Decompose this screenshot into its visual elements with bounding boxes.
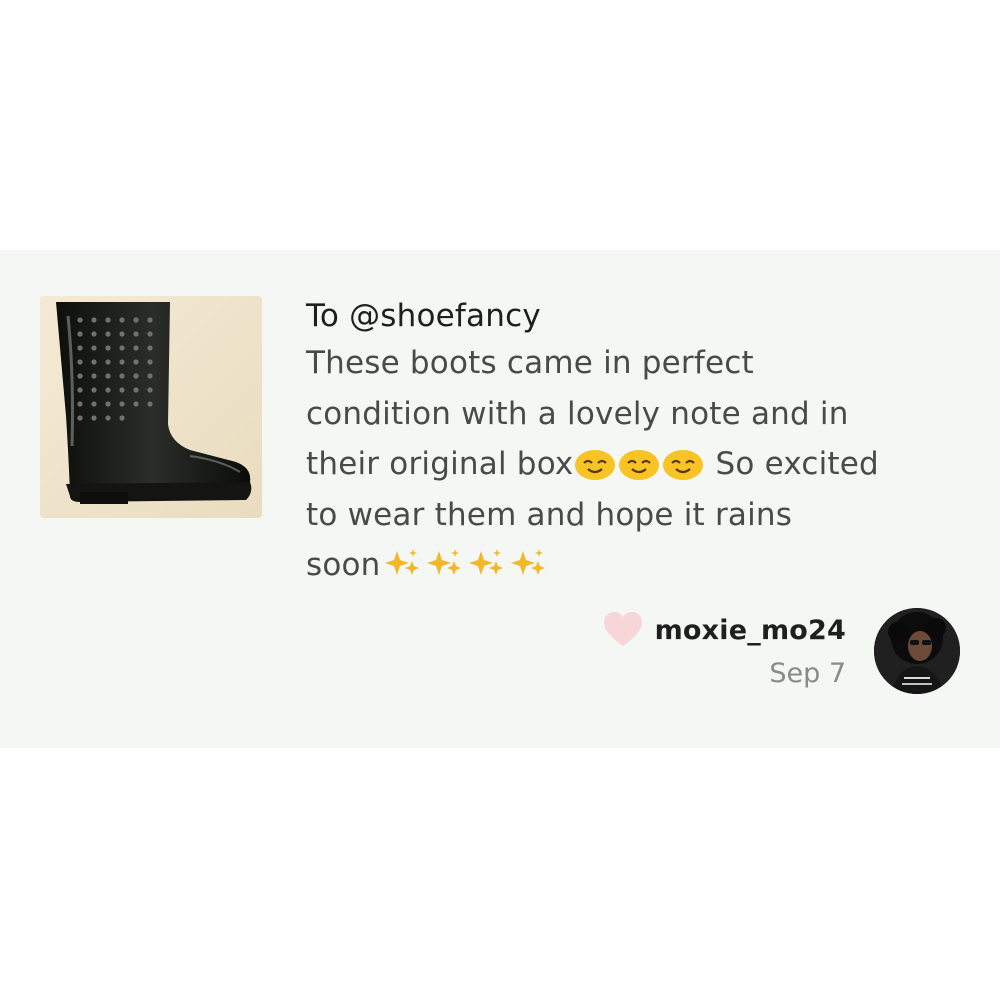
review-line-text: So excited: [705, 446, 879, 482]
review-line-text: soon: [306, 547, 381, 583]
review-body: To @shoefancy These boots came in perfec…: [306, 296, 946, 591]
review-line-text: their original box: [306, 446, 574, 482]
smiling-face-icon: [619, 450, 660, 480]
page: To @shoefancy These boots came in perfec…: [0, 0, 1000, 1000]
review-date: Sep 7: [769, 658, 846, 689]
sparkles-icon: [426, 549, 461, 575]
sparkles-icon: [384, 549, 419, 575]
review-line: soon: [306, 540, 946, 591]
avatar[interactable]: [874, 608, 960, 694]
author-block: moxie_mo24 Sep 7: [603, 612, 846, 689]
review-line: condition with a lovely note and in: [306, 395, 849, 432]
review-line: These boots came in perfect: [306, 345, 754, 381]
review-line: their original box So excited: [306, 439, 946, 490]
review-line: to wear them and hope it rains: [306, 496, 793, 533]
author-username[interactable]: moxie_mo24: [655, 615, 846, 646]
user-avatar: [874, 608, 960, 694]
sparkles-icon: [468, 549, 503, 575]
smiling-face-icon: [663, 450, 704, 480]
review-card: To @shoefancy These boots came in perfec…: [0, 250, 1000, 748]
heart-icon[interactable]: [603, 612, 643, 648]
smiling-face-icon: [575, 450, 616, 480]
review-text: These boots came in perfect condition wi…: [306, 338, 946, 591]
author-row: moxie_mo24: [603, 612, 846, 648]
review-recipient[interactable]: To @shoefancy: [306, 296, 946, 336]
rain-boot-image: [40, 296, 262, 518]
sparkles-icon: [510, 549, 545, 575]
product-image[interactable]: [40, 296, 262, 518]
